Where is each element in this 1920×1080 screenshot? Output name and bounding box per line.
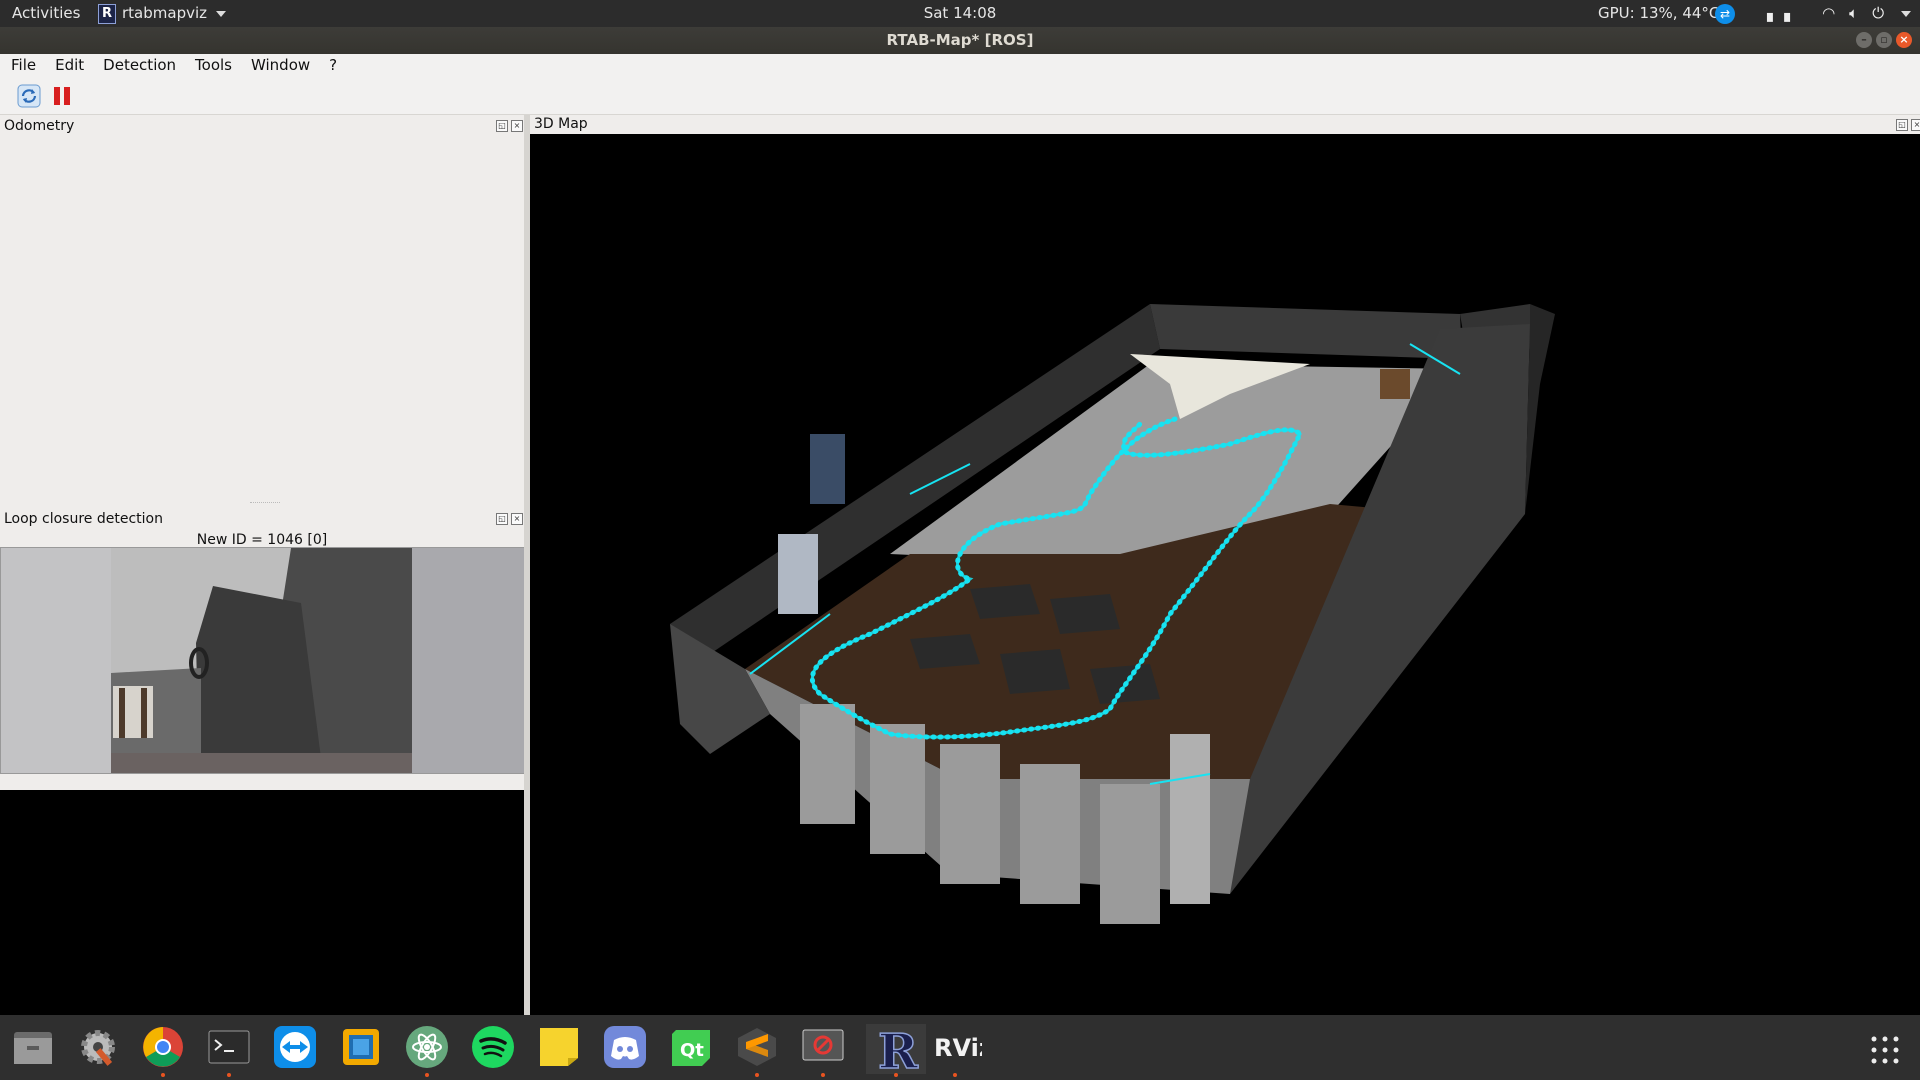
refresh-button[interactable] (17, 84, 41, 108)
power-icon[interactable]: ⏻ (1872, 0, 1884, 27)
rviz-label: RViz (934, 1034, 982, 1062)
teamviewer-tray-icon[interactable]: ⇄ (1715, 3, 1735, 24)
float-button[interactable]: ◱ (1896, 119, 1908, 131)
loop-new-id: New ID = 1046 [0] (196, 532, 328, 548)
map-dock-title: 3D Map (534, 116, 588, 132)
spotify-icon (472, 1026, 514, 1068)
gear-icon (81, 1030, 115, 1066)
screen-recorder-app[interactable] (800, 1024, 846, 1077)
virtualbox-icon (343, 1029, 379, 1065)
chevron-down-icon[interactable] (1901, 10, 1912, 17)
menu-file[interactable]: File (0, 54, 44, 76)
qt-icon: Qt (672, 1030, 710, 1066)
toolbar (0, 76, 1920, 115)
rtabmap-icon: R (866, 1018, 926, 1080)
teamviewer-app[interactable] (272, 1024, 318, 1070)
pause-icon (54, 87, 70, 105)
dock-splitter[interactable] (250, 502, 280, 505)
application-dock: Qt R RViz (0, 1015, 1920, 1080)
spotify-app[interactable] (470, 1024, 516, 1070)
close-icon[interactable]: × (511, 513, 523, 525)
files-icon (14, 1032, 52, 1064)
maximize-button[interactable]: ▫ (1876, 32, 1892, 48)
window-title-bar[interactable]: RTAB-Map* [ROS] – ▫ × (0, 27, 1920, 54)
close-button[interactable]: × (1896, 32, 1912, 48)
pause-button[interactable] (50, 84, 74, 108)
files-app[interactable] (10, 1024, 56, 1070)
3d-map-view[interactable] (530, 134, 1920, 1015)
rtabmap-icon: R (98, 3, 116, 24)
discord-app[interactable] (602, 1024, 648, 1070)
odometry-dock-title: Odometry (4, 118, 75, 134)
svg-text:Qt: Qt (680, 1040, 704, 1061)
clock[interactable]: Sat 14:08 (924, 4, 997, 22)
float-button[interactable]: ◱ (496, 513, 508, 525)
chrome-app[interactable] (140, 1024, 186, 1077)
app-menu-label: rtabmapviz (122, 4, 208, 22)
rviz-icon: RViz (934, 1034, 993, 1062)
window-title: RTAB-Map* [ROS] (886, 31, 1034, 49)
settings-app[interactable] (75, 1024, 121, 1070)
rviz-app[interactable]: RViz (932, 1024, 993, 1077)
menu-help[interactable]: ? (318, 54, 345, 76)
refresh-icon (17, 84, 41, 108)
volume-icon[interactable]: 🔈︎ (1849, 0, 1858, 27)
signal-icon[interactable]: ▖▗ (1767, 0, 1790, 27)
chrome-icon (143, 1027, 183, 1067)
terminal-app[interactable] (206, 1024, 252, 1077)
rtabmap-app[interactable]: R (866, 1018, 926, 1080)
discord-icon (604, 1026, 646, 1068)
atom-app[interactable] (404, 1024, 450, 1077)
wifi-icon[interactable]: ◠ (1822, 0, 1835, 27)
menu-bar: File Edit Detection Tools Window ? (0, 54, 1920, 76)
sublime-text-app[interactable] (734, 1024, 780, 1077)
loop-closure-image[interactable] (0, 547, 526, 774)
activities-button[interactable]: Activities (12, 0, 80, 27)
teamviewer-icon (274, 1026, 316, 1068)
system-top-bar: Activities R rtabmapviz Sat 14:08 GPU: 1… (0, 0, 1920, 27)
close-icon[interactable]: × (1911, 119, 1920, 131)
svg-text:R: R (878, 1024, 919, 1074)
menu-edit[interactable]: Edit (44, 54, 92, 76)
loop-closure-dock-title: Loop closure detection (4, 511, 163, 527)
minimize-button[interactable]: – (1856, 32, 1872, 48)
qt-creator-app[interactable]: Qt (668, 1024, 714, 1070)
chevron-down-icon (216, 10, 227, 17)
show-applications-button[interactable] (1870, 1035, 1900, 1065)
close-icon[interactable]: × (511, 120, 523, 132)
map-dock-header: 3D Map ◱ × (530, 115, 1920, 134)
menu-window[interactable]: Window (240, 54, 318, 76)
odometry-view[interactable] (0, 115, 530, 505)
gpu-status[interactable]: GPU: 13%, 44°C (1598, 0, 1719, 27)
virtualbox-app[interactable] (338, 1024, 384, 1070)
terminal-icon (208, 1030, 250, 1064)
sublime-text-icon (738, 1028, 776, 1066)
app-menu[interactable]: R rtabmapviz (98, 0, 227, 27)
menu-tools[interactable]: Tools (184, 54, 240, 76)
atom-icon (406, 1026, 448, 1068)
loop-closure-image-secondary (0, 790, 524, 1015)
float-button[interactable]: ◱ (496, 120, 508, 132)
sticky-notes-app[interactable] (536, 1024, 582, 1070)
screen-recorder-icon (802, 1029, 844, 1061)
system-tray: ⇄ ▖▗ ◠ 🔈︎ ⏻ (1715, 0, 1912, 27)
menu-detection[interactable]: Detection (92, 54, 184, 76)
left-dock-area: Odometry ◱ × Loop closure detection ◱ × … (0, 115, 530, 1015)
app-grid-icon (1871, 1036, 1899, 1064)
sticky-notes-icon (540, 1028, 578, 1066)
